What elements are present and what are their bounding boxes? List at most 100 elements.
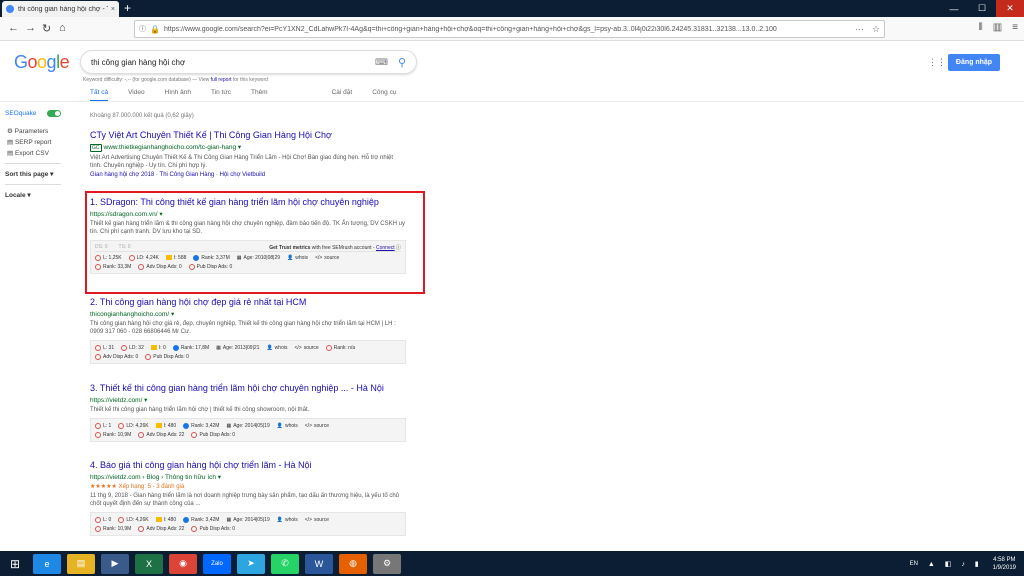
user-icon: 👤 <box>276 516 283 523</box>
url-text[interactable]: https://www.google.com/search?ei=PcY1XN2… <box>164 26 847 33</box>
ie-icon[interactable]: e <box>33 553 61 574</box>
keyboard-icon[interactable]: ⌨ <box>375 57 388 68</box>
metric-item[interactable]: Rank: 3,42M <box>183 422 219 429</box>
alexa-rank-icon <box>172 344 179 351</box>
export-csv-link[interactable]: ▤ Export CSV <box>7 149 61 157</box>
settings-icon[interactable]: ⚙ <box>373 553 401 574</box>
metric-item[interactable]: </> source <box>294 345 318 351</box>
whatsapp-icon[interactable]: ✆ <box>271 553 299 574</box>
metric-item[interactable]: I: 480 <box>155 422 177 429</box>
metric-item[interactable]: Adv Disp Ads: 22 <box>138 525 184 532</box>
metric-ring-icon <box>95 525 101 532</box>
bookmark-star-icon[interactable]: ☆ <box>872 24 880 35</box>
google-logo[interactable]: Google <box>14 52 70 73</box>
result-title-link[interactable]: 2. Thi công gian hàng hội chợ đẹp giá rẻ… <box>90 297 410 308</box>
metric-item[interactable]: Rank: 10,9M <box>95 431 131 438</box>
metric-item[interactable]: Rank: n/a <box>325 344 355 351</box>
metric-item[interactable]: Rank: 10,9M <box>95 525 131 532</box>
metric-item[interactable]: LD: 4,26K <box>118 516 149 523</box>
metric-item[interactable]: Rank: 17,8M <box>172 344 209 351</box>
maximize-button[interactable]: ☐ <box>968 0 996 17</box>
result-url[interactable]: https://vietdz.com/ ▾ <box>90 396 410 404</box>
metric-item[interactable]: </> source <box>305 517 329 523</box>
tab-close-icon[interactable]: × <box>111 6 115 13</box>
divider <box>5 163 61 164</box>
language-indicator[interactable]: EN <box>910 561 918 567</box>
metric-item[interactable]: Adv Disp Ads: 0 <box>95 353 138 360</box>
chrome-icon[interactable]: ◉ <box>169 553 197 574</box>
metric-item[interactable]: Pub Disp Ads: 0 <box>191 431 235 438</box>
result-url[interactable]: thicongianhanghoicho.com/ ▾ <box>90 310 410 318</box>
firefox-icon[interactable]: ◍ <box>339 553 367 574</box>
forward-icon[interactable]: → <box>25 22 36 34</box>
start-button[interactable]: ⊞ <box>0 551 30 576</box>
metric-item[interactable]: I: 480 <box>155 517 176 523</box>
user-icon: 👤 <box>266 344 273 351</box>
metric-ring-icon <box>138 525 145 532</box>
metric-item[interactable]: LD: 4,26K <box>118 422 149 429</box>
minimize-button[interactable]: — <box>940 0 968 17</box>
result-title-link[interactable]: CTy Việt Art Chuyên Thiết Kế | Thi Công … <box>90 130 410 141</box>
metric-item[interactable]: L: 31 <box>95 344 114 351</box>
lock-icon[interactable]: 🔒 <box>150 25 160 34</box>
metric-item[interactable]: Pub Disp Ads: 0 <box>145 353 189 360</box>
sort-page-toggle[interactable]: Sort this page ▾ <box>5 170 61 178</box>
metric-item[interactable]: 👤 whois <box>277 517 298 523</box>
metrics-row: L: 1 LD: 4,26K I: 480 Rank: 3,42M ▦ Age: 201… <box>95 421 401 430</box>
result-title-link[interactable]: 3. Thiết kế thi công gian hàng triển lãm… <box>90 383 410 394</box>
metric-item[interactable]: Pub Disp Ads: 0 <box>191 525 235 532</box>
search-input[interactable]: thi công gian hàng hội chợ ⌨ ⚲ <box>80 50 417 74</box>
menu-icon[interactable]: ≡ <box>1012 22 1018 33</box>
search-query[interactable]: thi công gian hàng hội chợ <box>91 58 375 67</box>
metric-item[interactable]: L: 1 <box>95 422 111 429</box>
sidebar-icon[interactable]: ▥ <box>993 22 1002 33</box>
zalo-icon[interactable]: Zalo <box>203 553 231 574</box>
info-icon[interactable]: ⓘ <box>139 24 146 34</box>
telegram-icon[interactable]: ➤ <box>237 553 265 574</box>
seoquake-toggle[interactable] <box>47 110 61 117</box>
page-actions-icon[interactable]: ··· <box>855 24 864 34</box>
metric-item[interactable]: ▦ Age: 2013|09|21 <box>216 345 259 351</box>
word-icon[interactable]: W <box>305 553 333 574</box>
result-sitelinks[interactable]: Gian hàng hội chợ 2018 · Thi Công Gian H… <box>90 172 410 178</box>
library-icon[interactable]: ⫴ <box>979 22 983 33</box>
locale-toggle[interactable]: Locale ▾ <box>5 191 61 199</box>
search-icon[interactable]: ⚲ <box>398 56 406 69</box>
serp-report-link[interactable]: ▤ SERP report <box>7 138 61 146</box>
result-url[interactable]: https://vietdz.com › Blog › Thông tin hữ… <box>90 473 410 481</box>
index-bar-icon <box>150 345 157 350</box>
metric-item[interactable]: Rank: 3,42M <box>183 516 219 523</box>
reload-icon[interactable]: ↻ <box>42 22 51 35</box>
metric-item[interactable]: </> source <box>305 423 329 429</box>
kw-prefix: Keyword difficulty: -,-- (for google.com… <box>83 77 210 83</box>
metric-item[interactable]: 👤 whois <box>266 345 287 351</box>
metric-item[interactable]: ▦ Age: 2014|05|19 <box>226 423 269 429</box>
parameters-link[interactable]: ⚙ Parameters <box>7 127 61 135</box>
metric-label: I: 0 <box>158 344 166 351</box>
explorer-icon[interactable]: ▤ <box>67 553 95 574</box>
logo-letter: o <box>27 52 38 72</box>
result-url-text[interactable]: www.thietkegianhanghoicho.com/tc-gian-ha… <box>104 144 237 151</box>
metric-item[interactable]: ▦ Age: 2014|05|19 <box>226 517 269 523</box>
full-report-link[interactable]: full report <box>211 77 232 83</box>
media-icon[interactable]: ▶ <box>101 553 129 574</box>
home-icon[interactable]: ⌂ <box>59 22 66 34</box>
tray-icons[interactable]: ▲ ◧ ♪ ▮ <box>928 560 983 568</box>
metric-item[interactable]: Adv Disp Ads: 22 <box>138 431 184 438</box>
metric-item[interactable]: I: 0 <box>150 344 166 351</box>
metric-item[interactable]: 👤 whois <box>277 423 298 429</box>
back-icon[interactable]: ← <box>8 22 19 34</box>
result-title-link[interactable]: 4. Báo giá thi công gian hàng hội chợ tr… <box>90 460 410 471</box>
metric-item[interactable]: LD: 32 <box>121 344 144 351</box>
new-tab-button[interactable]: + <box>124 1 131 15</box>
close-window-button[interactable]: ✕ <box>996 0 1024 17</box>
signin-button[interactable]: Đăng nhập <box>948 54 1000 71</box>
metric-item[interactable]: L: 0 <box>95 516 111 523</box>
clock[interactable]: 4:58 PM 1/9/2019 <box>993 556 1016 572</box>
excel-icon[interactable]: X <box>135 553 163 574</box>
metric-label: Pub Disp Ads: 0 <box>153 353 189 360</box>
clock-date: 1/9/2019 <box>992 564 1016 571</box>
browser-tab[interactable]: thi công gian hàng hội chợ - T × <box>2 1 119 17</box>
address-bar[interactable]: ⓘ 🔒 https://www.google.com/search?ei=PcY… <box>134 20 885 38</box>
metric-label: I: 480 <box>163 422 177 429</box>
